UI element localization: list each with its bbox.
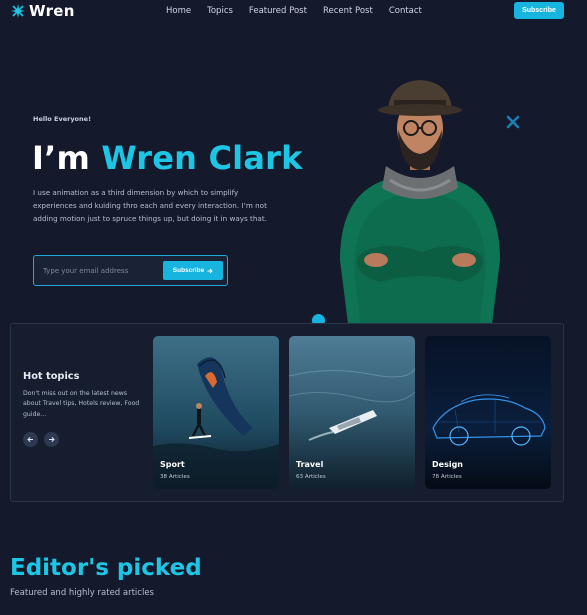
author-portrait	[340, 80, 500, 324]
topic-card-travel[interactable]: Travel 63 Articles	[289, 336, 415, 489]
carousel-next-button[interactable]	[44, 432, 59, 447]
brand-logo[interactable]: Wren	[10, 3, 75, 19]
editor-picked-title: Editor's picked	[10, 555, 202, 581]
nav-contact[interactable]: Contact	[389, 6, 422, 16]
hero-title-name: Wren Clark	[101, 139, 303, 177]
hero-title-prefix: I’m	[32, 139, 91, 177]
top-navbar: Wren Home Topics Featured Post Recent Po…	[0, 0, 587, 24]
nav-subscribe-button[interactable]: Subscribe	[514, 2, 564, 19]
card-title: Travel	[296, 460, 324, 469]
card-article-count: 38 Articles	[160, 474, 190, 480]
nav-topics[interactable]: Topics	[207, 6, 233, 16]
brand-name: Wren	[29, 2, 75, 20]
page: Wren Home Topics Featured Post Recent Po…	[0, 0, 587, 615]
hot-topics-description: Don't miss out on the latest news about …	[23, 390, 140, 418]
email-input[interactable]	[43, 264, 158, 278]
nav-home[interactable]: Home	[166, 6, 191, 16]
editor-picked-subtitle: Featured and highly rated articles	[10, 588, 154, 598]
topic-card-design[interactable]: Design 78 Articles	[425, 336, 551, 489]
card-title: Sport	[160, 460, 185, 469]
hero-greeting: Hello Everyone!	[33, 115, 92, 123]
card-title: Design	[432, 460, 463, 469]
hero-description: I use animation as a third dimension by …	[33, 188, 267, 224]
arrow-right-icon	[207, 268, 213, 273]
arrow-right-icon	[49, 436, 55, 443]
carousel-prev-button[interactable]	[23, 432, 38, 447]
sparkle-logo-icon	[11, 4, 25, 18]
nav-featured-post[interactable]: Featured Post	[249, 6, 307, 16]
arrow-left-icon	[27, 436, 33, 443]
email-subscribe-button[interactable]: Subscribe	[163, 261, 223, 280]
card-article-count: 78 Articles	[432, 474, 462, 480]
hot-topics-title: Hot topics	[23, 371, 80, 382]
topic-card-sport[interactable]: Sport 38 Articles	[153, 336, 279, 489]
nav-links: Home Topics Featured Post Recent Post Co…	[166, 6, 422, 16]
email-signup-form: Subscribe	[33, 255, 228, 286]
email-subscribe-label: Subscribe	[172, 267, 205, 274]
hero-title: I’m Wren Clark	[32, 138, 303, 178]
nav-recent-post[interactable]: Recent Post	[323, 6, 373, 16]
card-article-count: 63 Articles	[296, 474, 326, 480]
